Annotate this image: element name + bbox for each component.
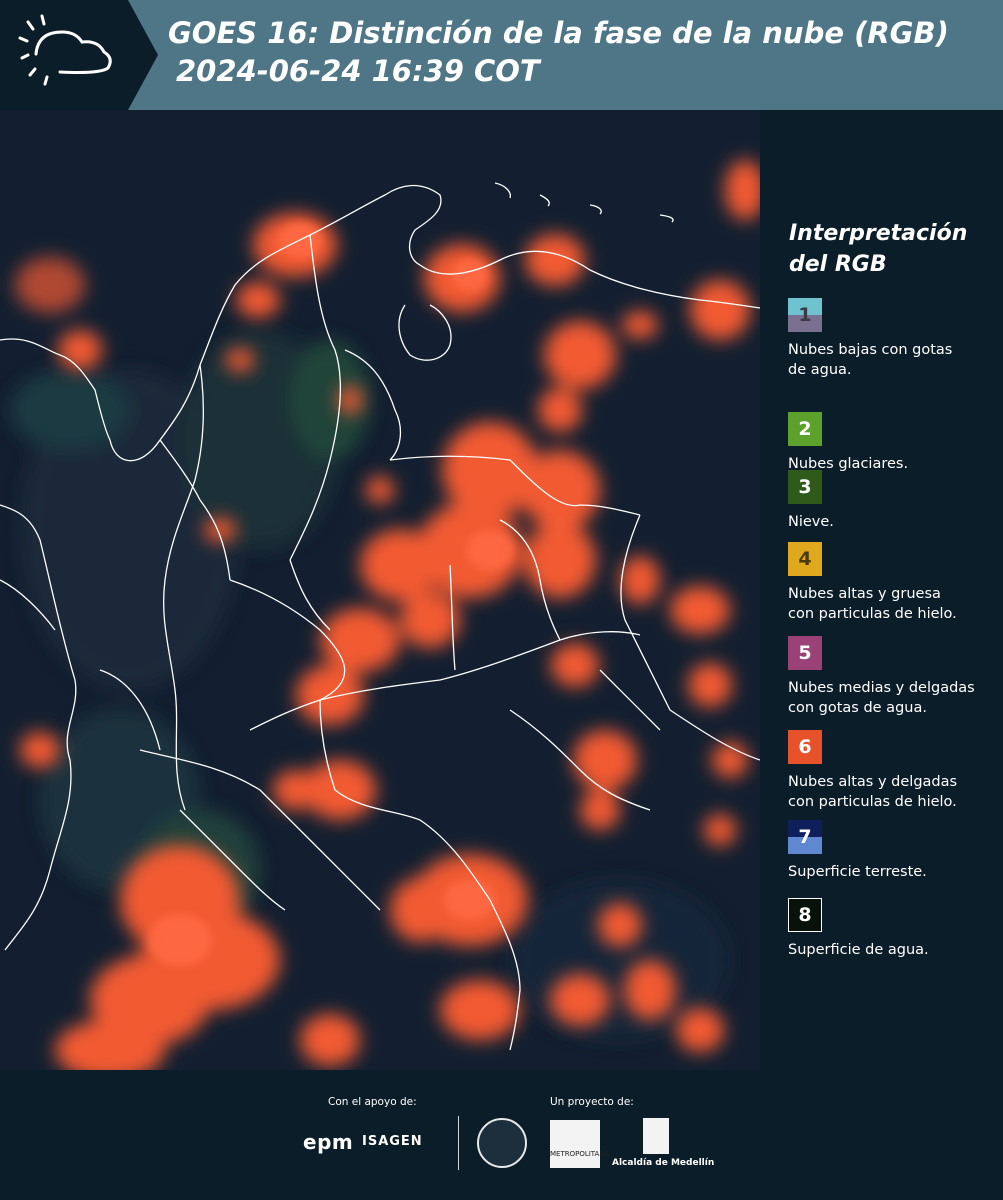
legend-label: Nubes altas y gruesa con particulas de h… [788,586,957,622]
legend-item-6: 6 Nubes altas y delgadas con particulas d… [788,730,1003,812]
university-seal-icon [477,1118,527,1168]
legend-swatch-2: 2 [788,412,822,446]
legend-label: Nieve. [788,514,834,530]
legend-item-5: 5 Nubes medias y delgadas con gotas de ag… [788,636,1003,718]
support-label: Con el apoyo de: [328,1096,417,1108]
legend-swatch-3: 3 [788,470,822,504]
legend-title-line-2: del RGB [789,252,887,277]
siata-logo: SIATA [0,0,160,110]
title-line-2: 2024-06-24 16:39 COT [176,54,540,88]
legend-title-line-1: Interpretación [789,221,968,246]
legend-swatch-1: 1 [788,298,822,332]
legend-number: 3 [798,476,812,498]
legend-label: Superficie de agua. [788,942,929,958]
legend-swatch-6: 6 [788,730,822,764]
siata-logo-text: SIATA [48,44,102,63]
area-metropolitana-text: METROPOLITANA [550,1150,610,1158]
legend-swatch-5: 5 [788,636,822,670]
legend-item-1: 1 Nubes bajas con gotas de agua. [788,298,1003,380]
satellite-map [0,110,760,1070]
legend-panel: Interpretación del RGB 1 Nubes bajas con … [760,110,1003,1070]
legend-number: 5 [798,642,812,664]
epm-logo: epm [303,1130,354,1154]
legend-swatch-4: 4 [788,542,822,576]
project-label: Un proyecto de: [550,1096,634,1108]
alcaldia-shield-icon [643,1118,669,1154]
legend-item-7: 7 Superficie terreste. [788,820,1003,882]
header-bar: SIATA GOES 16: Distinción de la fase de … [0,0,1003,110]
legend-swatch-8: 8 [788,898,822,932]
title-line-1: GOES 16: Distinción de la fase de la nub… [168,16,949,50]
legend-item-8: 8 Superficie de agua. [788,898,1003,960]
legend-number: 2 [798,418,812,440]
legend-swatch-7: 7 [788,820,822,854]
legend-number: 7 [798,826,812,848]
alcaldia-label: Alcaldía de Medellín [612,1158,715,1168]
isagen-logo: ISAGEN [362,1134,423,1149]
footer-divider [458,1116,459,1170]
legend-item-3: 3 Nieve. [788,470,1003,532]
page-title: GOES 16: Distinción de la fase de la nub… [168,14,949,90]
legend-number: 6 [798,736,812,758]
legend-item-2: 2 Nubes glaciares. [788,412,1003,474]
area-metropolitana-logo: METROPOLITANA [550,1120,609,1168]
footer: Con el apoyo de: Un proyecto de: epm ISA… [0,1070,1003,1200]
legend-title: Interpretación del RGB [789,218,989,280]
legend-label: Superficie terreste. [788,864,927,880]
legend-item-4: 4 Nubes altas y gruesa con particulas de … [788,542,1003,624]
legend-number: 4 [798,548,812,570]
legend-label: Nubes altas y delgadas con particulas de… [788,774,958,810]
legend-number: 1 [798,304,812,326]
legend-label: Nubes medias y delgadas con gotas de agu… [788,680,975,716]
legend-label: Nubes bajas con gotas de agua. [788,342,953,378]
legend-number: 8 [798,904,812,926]
